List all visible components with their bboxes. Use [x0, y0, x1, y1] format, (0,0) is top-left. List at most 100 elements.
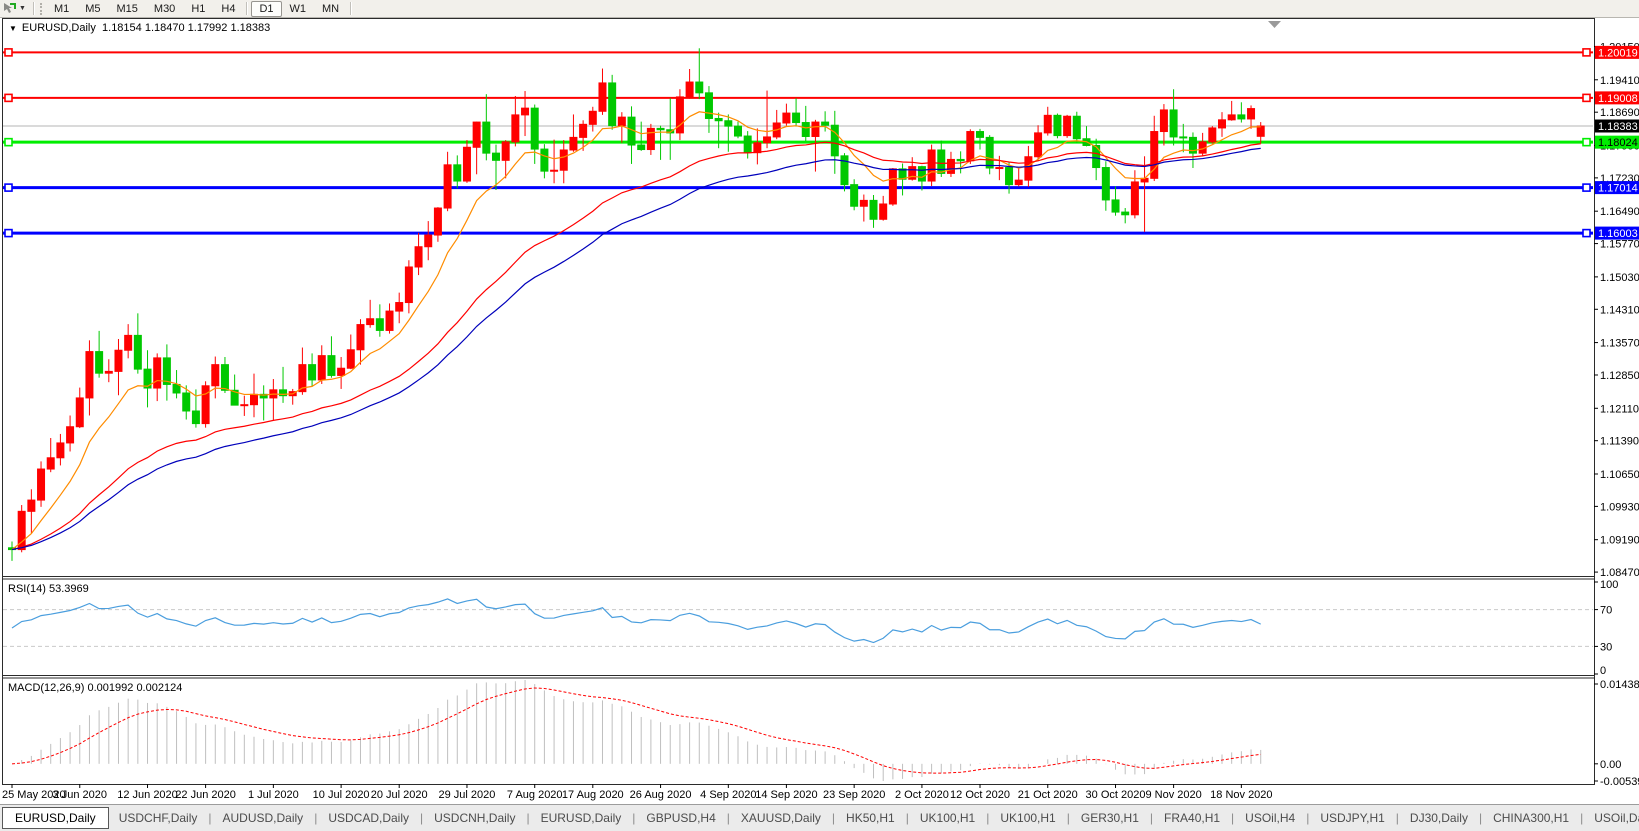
chart-tab-usdchf-daily[interactable]: USDCHF,Daily — [109, 808, 208, 828]
candle-body — [357, 325, 364, 350]
macd-main-value: 0.001992 — [87, 682, 133, 694]
line-handle[interactable] — [1583, 139, 1590, 146]
candle-body — [105, 371, 112, 373]
line-handle[interactable] — [5, 184, 12, 191]
candle-body — [541, 149, 548, 171]
line-handle[interactable] — [1583, 49, 1590, 56]
timeframe-button-m15[interactable]: M15 — [109, 1, 146, 17]
candle-body — [918, 167, 925, 181]
rsi-tick-label: 70 — [1600, 605, 1612, 617]
candle-body — [686, 82, 693, 97]
price-tick-label: 1.12850 — [1600, 370, 1639, 382]
candle-body — [86, 352, 93, 398]
candle-body — [1102, 168, 1109, 200]
date-tick-label: 2 Oct 2020 — [895, 789, 949, 801]
candle-body — [977, 132, 984, 138]
chart-window[interactable]: 1.201501.194101.186901.179501.172301.164… — [0, 18, 1639, 804]
rsi-name: RSI(14) — [8, 583, 46, 595]
candle-body — [831, 125, 838, 156]
price-tick-label: 1.13570 — [1600, 338, 1639, 350]
candle-body — [115, 350, 122, 371]
chart-tab-gbpusd-h4[interactable]: GBPUSD,H4 — [636, 808, 725, 828]
chart-tab-fra40-h1[interactable]: FRA40,H1 — [1154, 808, 1230, 828]
chart-tab-xauusd-daily[interactable]: XAUUSD,Daily — [731, 808, 831, 828]
candle-body — [1170, 110, 1177, 137]
candle-body — [212, 365, 219, 386]
candle-body — [28, 500, 35, 511]
chart-tab-audusd-daily[interactable]: AUDUSD,Daily — [213, 808, 314, 828]
timeframe-button-m30[interactable]: M30 — [146, 1, 183, 17]
date-tick-label: 1 Jul 2020 — [248, 789, 299, 801]
line-handle[interactable] — [5, 139, 12, 146]
line-handle[interactable] — [1583, 94, 1590, 101]
timeframe-button-h4[interactable]: H4 — [213, 1, 243, 17]
chart-tab-china300-h1[interactable]: CHINA300,H1 — [1483, 808, 1579, 828]
chart-tab-usdjpy-h1[interactable]: USDJPY,H1 — [1310, 808, 1394, 828]
price-tick-label: 1.12110 — [1600, 403, 1639, 415]
toolbar-separator — [33, 2, 35, 15]
toolbar-grip-handle[interactable] — [40, 3, 42, 15]
chart-tab-ger30-h1[interactable]: GER30,H1 — [1071, 808, 1149, 828]
chart-tab-usoil-da[interactable]: USOil,Da — [1584, 808, 1639, 828]
line-handle[interactable] — [5, 49, 12, 56]
candle-body — [657, 128, 664, 129]
date-tick-label: 14 Sep 2020 — [755, 789, 817, 801]
price-tick-label: 1.09930 — [1600, 501, 1639, 513]
candle-body — [889, 169, 896, 204]
chart-tab-dj30-daily[interactable]: DJ30,Daily — [1400, 808, 1478, 828]
chart-tab-eurusd-daily[interactable]: EURUSD,Daily — [2, 807, 109, 829]
candle-body — [347, 350, 354, 368]
candle-body — [1257, 126, 1264, 136]
rsi-tick-label: 100 — [1600, 579, 1618, 591]
cursor-tool-icon[interactable] — [0, 1, 18, 16]
candle-body — [522, 108, 529, 115]
price-tick-label: 1.16490 — [1600, 206, 1639, 218]
line-handle[interactable] — [5, 94, 12, 101]
line-handle[interactable] — [5, 230, 12, 237]
candle-body — [367, 319, 374, 325]
candle-body — [38, 469, 45, 500]
chart-tab-uk100-h1[interactable]: UK100,H1 — [990, 808, 1065, 828]
price-tick-label: 1.19410 — [1600, 75, 1639, 87]
candle-body — [57, 443, 64, 458]
candle-body — [493, 153, 500, 160]
candle-body — [589, 111, 596, 124]
candle-body — [183, 393, 190, 411]
chart-tab-hk50-h1[interactable]: HK50,H1 — [836, 808, 905, 828]
rsi-value: 53.3969 — [49, 583, 89, 595]
candle-body — [47, 458, 54, 469]
chart-collapse-icon[interactable]: ▼ — [9, 24, 17, 33]
candle-body — [309, 365, 316, 380]
chart-background — [0, 18, 1639, 804]
price-label-value: 1.17014 — [1598, 183, 1638, 195]
timeframe-button-w1[interactable]: W1 — [282, 1, 315, 17]
chart-tab-usdcad-daily[interactable]: USDCAD,Daily — [318, 808, 419, 828]
chart-tab-uk100-h1[interactable]: UK100,H1 — [910, 808, 985, 828]
macd-tick-label: 0.00 — [1600, 759, 1621, 771]
timeframe-button-h1[interactable]: H1 — [183, 1, 213, 17]
candle-body — [705, 93, 712, 119]
candle-body — [241, 405, 248, 406]
timeframe-button-m5[interactable]: M5 — [77, 1, 108, 17]
candle-body — [1219, 120, 1226, 128]
timeframe-button-d1[interactable]: D1 — [251, 1, 281, 17]
candle-body — [405, 267, 412, 303]
candle-body — [338, 368, 345, 375]
candle-body — [328, 356, 335, 376]
candle-body — [1015, 180, 1022, 185]
candle-body — [1248, 109, 1255, 119]
chart-tab-usoil-h4[interactable]: USOil,H4 — [1235, 808, 1305, 828]
candle-body — [318, 356, 325, 380]
chart-canvas[interactable]: 1.201501.194101.186901.179501.172301.164… — [0, 18, 1639, 804]
chevron-down-icon[interactable]: ▼ — [18, 5, 30, 12]
line-handle[interactable] — [1583, 184, 1590, 191]
price-label-value: 1.18024 — [1598, 137, 1638, 149]
chart-tab-usdcnh-daily[interactable]: USDCNH,Daily — [424, 808, 525, 828]
candle-body — [125, 335, 132, 350]
chart-tab-eurusd-daily[interactable]: EURUSD,Daily — [531, 808, 632, 828]
timeframe-button-m1[interactable]: M1 — [46, 1, 77, 17]
line-handle[interactable] — [1583, 230, 1590, 237]
timeframe-button-mn[interactable]: MN — [314, 1, 347, 17]
candle-body — [415, 247, 422, 267]
candle-body — [202, 386, 209, 424]
